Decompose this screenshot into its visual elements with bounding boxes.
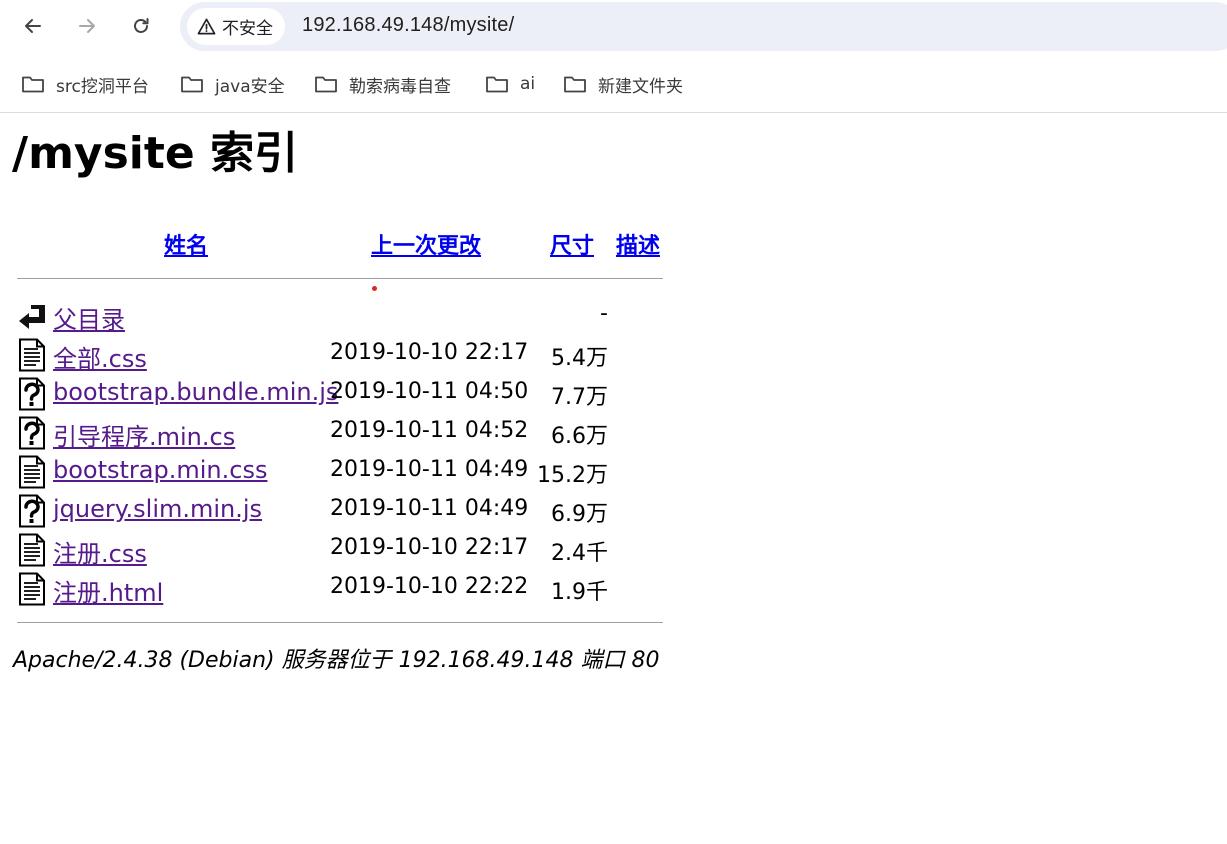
divider-top [17, 278, 663, 279]
table-row: bootstrap.min.css 2019-10-11 04:49 15.2万 [0, 453, 700, 492]
unknown-file-icon [19, 377, 45, 411]
reload-icon [134, 18, 149, 33]
folder-icon [564, 76, 586, 93]
address-bar[interactable]: 不安全 192.168.49.148/mysite/ [180, 2, 1227, 51]
table-row: 父目录 - [0, 297, 700, 336]
table-row: 全部.css 2019-10-10 22:17 5.4万 [0, 336, 700, 375]
red-dot-marker [372, 286, 377, 291]
bookmark-label: ai [520, 74, 536, 94]
bookmark-src[interactable]: src挖洞平台 [21, 69, 149, 99]
table-row: 引导程序.min.cs 2019-10-11 04:52 6.6万 [0, 414, 700, 453]
server-signature: Apache/2.4.38 (Debian) 服务器位于 192.168.49.… [13, 648, 660, 673]
bookmark-label: 勒索病毒自查 [349, 76, 451, 97]
text-file-icon [19, 533, 45, 567]
file-date: 2019-10-11 04:49 [330, 496, 529, 521]
page-title: /mysite 索引 [12, 128, 299, 179]
file-link[interactable]: 父目录 [53, 300, 125, 335]
folder-icon [22, 76, 44, 93]
file-date: 2019-10-10 22:17 [330, 535, 529, 560]
file-date: 2019-10-10 22:17 [330, 340, 529, 365]
unknown-file-icon [19, 416, 45, 450]
forward-arrow-icon [79, 19, 95, 33]
file-size: 6.9万 [551, 502, 608, 527]
reload-button[interactable] [124, 9, 158, 43]
file-link[interactable]: 注册.css [53, 534, 147, 569]
back-arrow-icon [25, 19, 41, 33]
file-size: 15.2万 [537, 463, 608, 488]
file-link[interactable]: jquery.slim.min.js [53, 495, 262, 523]
bookmark-label: 新建文件夹 [598, 76, 683, 97]
file-size: - [600, 301, 608, 326]
warning-icon [197, 18, 216, 35]
file-size: 6.6万 [551, 424, 608, 449]
bookmark-java[interactable]: java安全 [180, 69, 285, 99]
bookmark-new-folder[interactable]: 新建文件夹 [563, 69, 683, 99]
text-file-icon [19, 572, 45, 606]
bookmark-label: src挖洞平台 [56, 76, 149, 97]
column-header-name[interactable]: 姓名 [164, 228, 208, 260]
url-text[interactable]: 192.168.49.148/mysite/ [302, 14, 514, 37]
back-button[interactable] [16, 9, 50, 43]
file-date: 2019-10-11 04:52 [330, 418, 529, 443]
folder-icon [486, 76, 508, 93]
file-link[interactable]: 全部.css [53, 339, 147, 374]
text-file-icon [19, 455, 45, 489]
column-header-description[interactable]: 描述 [616, 228, 660, 260]
folder-icon [315, 76, 337, 93]
file-size: 2.4千 [551, 541, 608, 566]
table-row: jquery.slim.min.js 2019-10-11 04:49 6.9万 [0, 492, 700, 531]
file-date: 2019-10-11 04:50 [330, 379, 529, 404]
forward-button[interactable] [70, 9, 104, 43]
back-arrow-icon [19, 305, 45, 329]
text-file-icon [19, 338, 45, 372]
unknown-file-icon [19, 494, 45, 528]
bookmarks-bar: src挖洞平台 java安全 勒索病毒自查 ai 新建文件夹 [0, 58, 1227, 113]
security-label: 不安全 [222, 19, 273, 39]
file-size: 1.9千 [551, 580, 608, 605]
file-link[interactable]: bootstrap.bundle.min.js [53, 378, 338, 406]
table-row: 注册.html 2019-10-10 22:22 1.9千 [0, 570, 700, 609]
table-row: bootstrap.bundle.min.js 2019-10-11 04:50… [0, 375, 700, 414]
file-link[interactable]: 引导程序.min.cs [53, 417, 235, 452]
file-size: 5.4万 [551, 346, 608, 371]
bookmark-ai[interactable]: ai [485, 69, 535, 99]
column-header-size[interactable]: 尺寸 [550, 228, 594, 260]
column-header-last-modified[interactable]: 上一次更改 [371, 228, 481, 260]
browser-toolbar: 不安全 192.168.49.148/mysite/ [0, 0, 1227, 54]
bookmark-label: java安全 [215, 76, 285, 97]
folder-icon [181, 76, 203, 93]
file-date: 2019-10-11 04:49 [330, 457, 529, 482]
security-chip[interactable]: 不安全 [187, 8, 285, 45]
divider-bottom [17, 622, 663, 623]
bookmark-ransomware[interactable]: 勒索病毒自查 [314, 69, 451, 99]
file-link[interactable]: 注册.html [53, 573, 163, 608]
file-date: 2019-10-10 22:22 [330, 574, 529, 599]
file-link[interactable]: bootstrap.min.css [53, 456, 267, 484]
table-row: 注册.css 2019-10-10 22:17 2.4千 [0, 531, 700, 570]
file-size: 7.7万 [551, 385, 608, 410]
